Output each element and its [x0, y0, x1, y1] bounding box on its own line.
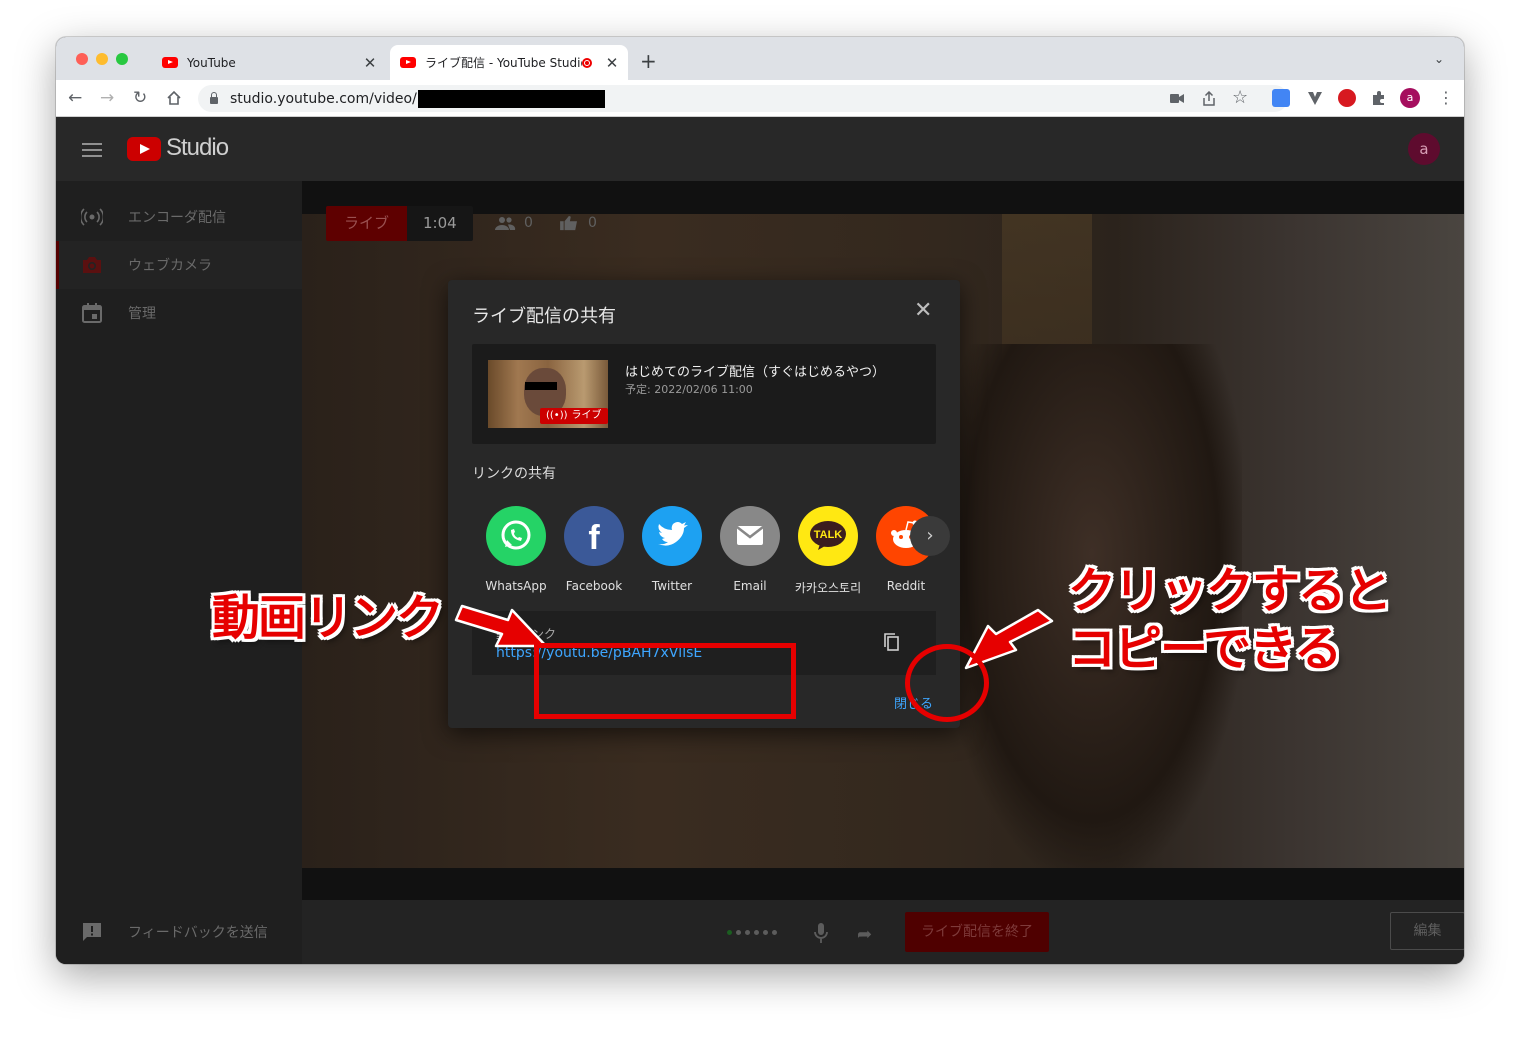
broadcast-icon [81, 208, 103, 226]
viewer-count: 0 [494, 215, 533, 231]
browser-menu-icon[interactable]: ⋮ [1438, 88, 1454, 108]
tab-close-icon[interactable]: ✕ [360, 54, 380, 72]
youtube-favicon-icon [162, 57, 178, 68]
sidebar-item-webcam[interactable]: ウェブカメラ [56, 241, 302, 289]
like-count-value: 0 [588, 215, 597, 231]
viewer-count-value: 0 [524, 215, 533, 231]
lock-icon [210, 92, 218, 104]
scheduled-date: 予定: 2022/02/06 11:00 [625, 383, 753, 396]
stream-control-bar: ➦ ライブ配信を終了 編集 [302, 900, 1464, 964]
tab-close-icon[interactable]: ✕ [602, 54, 622, 72]
thumbs-up-icon [560, 215, 577, 231]
email-icon [720, 506, 780, 566]
sidebar-item-manage[interactable]: 管理 [56, 289, 302, 337]
annotation-video-link-text: 動画リンク [212, 590, 444, 646]
extensions-puzzle-icon[interactable] [1370, 89, 1388, 107]
annotation-copy-line1: クリックすると [1068, 563, 1392, 619]
google-translate-extension-icon[interactable] [1272, 89, 1290, 107]
twitter-icon [642, 506, 702, 566]
video-title: はじめてのライブ配信（すぐはじめるやつ） [625, 365, 886, 380]
address-bar[interactable]: studio.youtube.com/video/ ☆ [198, 85, 1288, 112]
live-status-pill: ライブ 1:04 [326, 206, 473, 241]
thumbnail-live-badge: ((•)) ライブ [540, 408, 608, 424]
sidebar-item-label: エンコーダ配信 [128, 210, 226, 226]
microphone-icon[interactable] [813, 922, 829, 944]
sidebar-item-label: 管理 [128, 306, 156, 322]
tab-title: ライブ配信 - YouTube Studio [425, 56, 582, 70]
camera-in-use-icon[interactable] [1170, 93, 1184, 104]
svg-text:f: f [588, 519, 600, 557]
security-extension-icon[interactable] [1338, 89, 1356, 107]
svg-text:TALK: TALK [814, 529, 843, 541]
youtube-favicon-icon [400, 57, 416, 68]
camera-icon [83, 257, 101, 273]
stream-timer: 1:04 [407, 206, 473, 241]
vimium-extension-icon[interactable] [1306, 89, 1324, 107]
feedback-icon [83, 923, 101, 941]
video-link-label: 動画リンク [496, 627, 557, 641]
studio-logo-text[interactable]: Studio [166, 134, 229, 162]
facebook-icon: f [564, 506, 624, 566]
feedback-label: フィードバックを送信 [128, 925, 268, 941]
redacted-url-part [417, 89, 605, 108]
zoom-window-button[interactable] [116, 53, 128, 65]
share-whatsapp[interactable]: WhatsApp [477, 506, 555, 596]
share-arrow-icon[interactable]: ➦ [857, 924, 872, 945]
whatsapp-icon [486, 506, 546, 566]
reload-icon[interactable]: ↻ [133, 88, 147, 108]
bookmark-star-icon[interactable]: ☆ [1232, 87, 1248, 108]
tab-search-chevron-icon[interactable]: ⌄ [1434, 52, 1444, 66]
home-icon[interactable] [166, 90, 182, 106]
live-badge: ライブ [326, 206, 408, 241]
tab-youtube-studio[interactable]: ライブ配信 - YouTube Studio ✕ [390, 45, 628, 80]
close-window-button[interactable] [76, 53, 88, 65]
tab-strip: YouTube ✕ ライブ配信 - YouTube Studio ✕ + ⌄ [56, 37, 1464, 80]
url-text: studio.youtube.com/video/ [230, 90, 417, 107]
share-email[interactable]: Email [711, 506, 789, 596]
share-facebook[interactable]: f Facebook [555, 506, 633, 596]
dialog-close-icon[interactable]: ✕ [914, 300, 932, 322]
share-page-icon[interactable] [1202, 91, 1216, 106]
browser-toolbar: ← → ↻ studio.youtube.com/video/ ☆ a ⋮ [56, 80, 1464, 117]
annotation-copy-line2: コピーできる [1068, 621, 1342, 677]
link-highlight-box [534, 643, 796, 719]
sidebar-item-label: ウェブカメラ [128, 258, 212, 274]
broadcast-icon: ((•)) [546, 410, 568, 421]
youtube-logo-icon[interactable] [127, 137, 161, 161]
like-count: 0 [558, 215, 597, 231]
video-thumbnail: ((•)) ライブ [488, 360, 608, 428]
share-link-heading: リンクの共有 [472, 466, 556, 482]
sidebar: エンコーダ配信 ウェブカメラ 管理 フィードバックを送信 [56, 181, 302, 964]
calendar-icon [82, 303, 102, 323]
tab-title: YouTube [187, 55, 236, 70]
video-card: ((•)) ライブ はじめてのライブ配信（すぐはじめるやつ） 予定: 2022/… [472, 344, 936, 444]
minimize-window-button[interactable] [96, 53, 108, 65]
share-kakaostory[interactable]: TALK 카카오스토리 [789, 506, 867, 596]
edit-button[interactable]: 編集 [1390, 912, 1464, 950]
profile-avatar[interactable]: a [1400, 88, 1420, 108]
tab-youtube[interactable]: YouTube ✕ [152, 45, 386, 80]
forward-arrow-icon[interactable]: → [100, 88, 114, 108]
sidebar-item-encoder[interactable]: エンコーダ配信 [56, 193, 302, 241]
hamburger-menu-icon[interactable] [82, 143, 102, 157]
connection-status-dots [727, 930, 777, 935]
annotation-copy-text: クリックすると コピーできる [1068, 562, 1392, 678]
share-twitter[interactable]: Twitter [633, 506, 711, 596]
dialog-title: ライブ配信の共有 [472, 306, 616, 327]
recording-indicator-icon [582, 57, 592, 68]
end-stream-button[interactable]: ライブ配信を終了 [905, 912, 1049, 952]
viewers-icon [495, 217, 516, 230]
share-targets: WhatsApp f Facebook Twitter Email TALK 카… [477, 506, 945, 596]
studio-header: Studio a [56, 117, 1464, 181]
kakao-talk-icon: TALK [798, 506, 858, 566]
new-tab-button[interactable]: + [640, 51, 657, 71]
send-feedback-button[interactable]: フィードバックを送信 [56, 908, 302, 956]
copy-icon[interactable] [876, 627, 908, 659]
back-arrow-icon[interactable]: ← [68, 88, 82, 108]
copy-highlight-circle [905, 644, 989, 722]
user-avatar[interactable]: a [1408, 133, 1440, 165]
share-next-arrow-icon[interactable]: › [910, 516, 950, 556]
